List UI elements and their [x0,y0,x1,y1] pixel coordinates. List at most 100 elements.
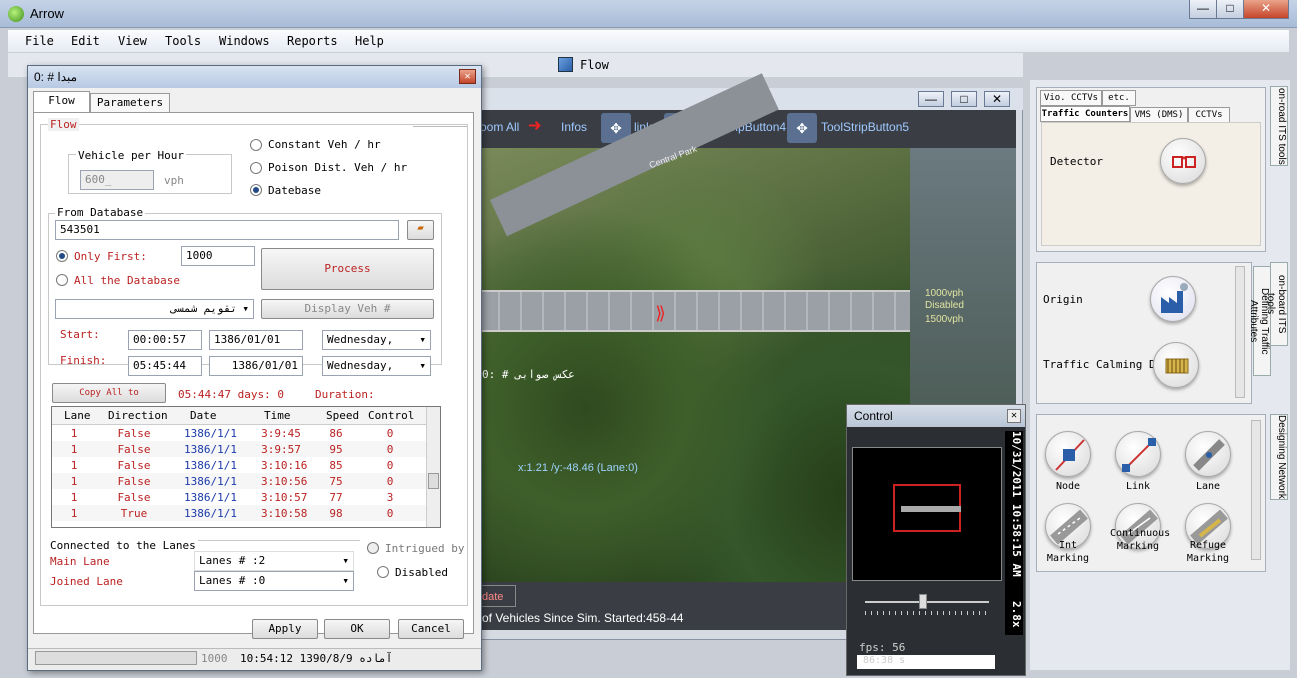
grid-scroll-thumb[interactable] [428,473,439,489]
constant-radio[interactable] [250,139,262,151]
joined-lane-select[interactable]: Lanes # :0 [194,571,354,591]
close-button[interactable]: ✕ [1243,0,1289,19]
app-title: Arrow [30,6,64,21]
start-date-input[interactable]: 1386/01/01 [209,330,303,350]
move-icon[interactable]: ✥ [787,113,817,143]
origin-tool[interactable] [1150,276,1196,322]
vph-input[interactable]: 600_ [80,170,154,190]
menu-help[interactable]: Help [355,34,384,48]
database-path-input[interactable]: 543501 [55,220,399,240]
grid-header-control[interactable]: Control [368,409,414,422]
traffic-attributes-panel [1036,262,1252,404]
table-cell: 0 [386,459,394,472]
speed-slider-thumb[interactable] [919,594,927,609]
only-first-input[interactable]: 1000 [181,246,255,266]
finish-day-select[interactable]: Wednesday, [322,356,431,376]
node-tool[interactable] [1045,431,1091,477]
start-day-select[interactable]: Wednesday, [322,330,431,350]
table-cell: 86 [329,427,343,440]
sim-time-field: 86:38 s [857,655,995,669]
intrigued-radio[interactable] [367,542,379,554]
tab-on-road-its[interactable]: on-road ITS tools [1270,86,1288,166]
tab-vms[interactable]: VMS (DMS) [1130,107,1188,123]
process-button[interactable]: Process [261,248,434,290]
vehicles-grid[interactable]: Lane Direction Date Time Speed Control 1… [51,406,441,528]
table-cell: False [117,491,151,504]
tab-vio-cctvs[interactable]: Vio. CCTVs [1040,90,1102,106]
menu-file[interactable]: File [25,34,54,48]
main-lane-select[interactable]: Lanes # :2 [194,551,354,571]
menu-reports[interactable]: Reports [287,34,338,48]
maximize-button[interactable]: □ [1216,0,1244,19]
detector-tool[interactable] [1160,138,1206,184]
tab-etc[interactable]: etc. [1102,90,1136,106]
table-row[interactable]: 1 False 1386/1/1 3:10:16 85 0 [52,457,426,473]
table-cell: 1386/1/1 [184,459,237,472]
tab-traffic-counters[interactable]: Traffic Counters [1040,106,1130,122]
tab-defining-traffic[interactable]: Defining Traffic Attributes [1248,266,1271,376]
poison-radio[interactable] [250,162,262,174]
minimap[interactable] [852,447,1002,581]
ok-button[interactable]: OK [324,619,390,639]
finish-date-input[interactable]: 1386/01/01 [209,356,303,376]
table-cell: 0 [386,443,394,456]
table-row[interactable]: 1 False 1386/1/1 3:9:45 86 0 [52,425,426,441]
tab-parameters[interactable]: Parameters [90,93,170,113]
lane-tool[interactable] [1185,431,1231,477]
copy-clipboard-button[interactable]: Copy All to Clipboard [52,383,166,416]
table-row[interactable]: 1 False 1386/1/1 3:10:57 77 3 [52,489,426,505]
dialog-close-button[interactable]: ✕ [459,69,476,84]
only-first-radio[interactable] [56,250,68,262]
network-scrollbar[interactable] [1251,420,1261,560]
attributes-scrollbar[interactable] [1235,266,1245,398]
update-button[interactable]: date [478,585,516,607]
apply-button[interactable]: Apply [252,619,318,639]
zoom-all-button[interactable]: oom All [480,120,519,134]
map-close-button[interactable]: ✕ [984,91,1010,107]
map-maximize-button[interactable]: □ [951,91,977,107]
link-tool[interactable] [1115,431,1161,477]
tab-cctvs[interactable]: CCTVs [1188,107,1230,123]
minimize-button[interactable]: — [1189,0,1217,19]
finish-time-input[interactable]: 05:45:44 [128,356,202,376]
grid-header-direction[interactable]: Direction [108,409,168,422]
toolstrip-button-5[interactable]: ToolStripButton5 [821,120,909,134]
display-veh-button[interactable]: Display Veh # [261,299,434,319]
cancel-button[interactable]: Cancel [398,619,464,639]
grid-header-date[interactable]: Date [190,409,217,422]
disabled-radio[interactable] [377,566,389,578]
control-close-button[interactable]: ✕ [1007,409,1021,423]
infos-button[interactable]: Infos [561,120,587,134]
flow-dialog: 0: # مبدا ✕ Flow Parameters Flow Vehicle… [27,65,482,671]
menu-view[interactable]: View [118,34,147,48]
map-minimize-button[interactable]: — [918,91,944,107]
database-radio[interactable] [250,184,262,196]
tab-on-board-its[interactable]: on-board ITS tools [1265,262,1288,346]
table-row[interactable]: 1 False 1386/1/1 3:9:57 95 0 [52,441,426,457]
table-row[interactable]: 1 True 1386/1/1 3:10:58 98 0 [52,505,426,521]
tab-flow[interactable]: Flow [33,91,90,113]
all-database-radio[interactable] [56,274,68,286]
poison-label: Poison Dist. Veh / hr [268,161,408,174]
tab-flow-document[interactable]: Flow [580,58,609,72]
calendar-select[interactable]: تقويم شمسى [55,299,254,319]
infos-arrow-icon[interactable]: ➜ [528,116,558,139]
zoom-level: 2.8x [1005,601,1023,635]
speed-slider-track[interactable] [865,601,989,603]
menu-tools[interactable]: Tools [165,34,201,48]
flow-group-label: Flow [48,118,79,131]
table-cell: False [117,443,151,456]
table-cell: 0 [386,507,394,520]
menu-windows[interactable]: Windows [219,34,270,48]
grid-scrollbar[interactable] [426,407,440,527]
grid-header-lane[interactable]: Lane [64,409,91,422]
table-row[interactable]: 1 False 1386/1/1 3:10:56 75 0 [52,473,426,489]
menu-edit[interactable]: Edit [71,34,100,48]
continuous-marking-label: Continuous Marking [1110,528,1171,552]
grid-header-time[interactable]: Time [264,409,291,422]
traffic-calming-tool[interactable] [1153,342,1199,388]
browse-folder-button[interactable]: ▰ [407,220,434,240]
tab-designing-network[interactable]: Designing Network [1270,414,1288,500]
grid-header-speed[interactable]: Speed [326,409,359,422]
start-time-input[interactable]: 00:00:57 [128,330,202,350]
